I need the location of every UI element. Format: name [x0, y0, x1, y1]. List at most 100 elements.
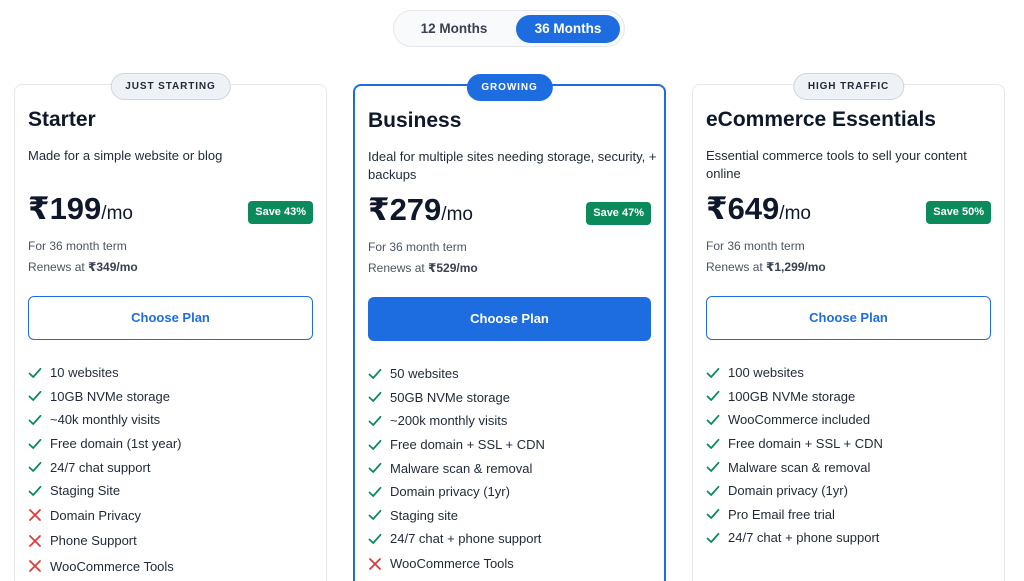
- feature-item: WooCommerce Tools: [368, 551, 651, 577]
- feature-text: Free domain (1st year): [50, 436, 182, 452]
- check-icon: [28, 389, 42, 403]
- feature-item: ~40k monthly visits: [28, 408, 313, 432]
- plan-name: eCommerce Essentials: [706, 108, 936, 131]
- check-icon: [28, 413, 42, 427]
- plan-card-ecommerce: HIGH TRAFFIC eCommerce Essentials Essent…: [692, 73, 1005, 581]
- cross-icon: [28, 559, 42, 573]
- feature-text: Free domain + SSL + CDN: [728, 436, 883, 452]
- feature-item: Staging site: [368, 504, 651, 528]
- feature-text: 10GB NVMe storage: [50, 388, 170, 404]
- feature-text: WooCommerce Tools: [50, 558, 174, 574]
- check-icon: [28, 437, 42, 451]
- feature-text: Staging Site: [50, 483, 121, 499]
- check-icon: [706, 366, 720, 380]
- plan-description: Made for a simple website or blog: [28, 148, 223, 163]
- feature-text: Pro Email free trial: [728, 506, 835, 522]
- feature-item: Malware scan & removal: [368, 456, 651, 480]
- cross-icon: [28, 534, 42, 548]
- plan-card-business: GROWING Business Ideal for multiple site…: [353, 74, 666, 581]
- check-icon: [368, 438, 382, 452]
- feature-item: 50GB NVMe storage: [368, 386, 651, 410]
- feature-item: 50 websites: [368, 362, 651, 386]
- renew-price: ₹529/mo: [428, 261, 478, 275]
- feature-item: 24/7 chat + phone support: [706, 526, 991, 550]
- renew-text: Renews at ₹1,299/mo: [706, 260, 826, 274]
- toggle-12-months[interactable]: 12 Months: [398, 15, 510, 43]
- choose-plan-button[interactable]: Choose Plan: [706, 296, 991, 340]
- feature-item: ~200k monthly visits: [368, 409, 651, 433]
- check-icon: [28, 366, 42, 380]
- feature-item: Domain privacy (1yr): [706, 479, 991, 503]
- feature-text: 100 websites: [728, 365, 804, 381]
- feature-text: 24/7 chat + phone support: [728, 530, 880, 546]
- renew-text: Renews at ₹349/mo: [28, 260, 138, 274]
- feature-list: 100 websites 100GB NVMe storage WooCommerc…: [706, 361, 991, 550]
- price-row: ₹199/mo Save 43%: [28, 191, 313, 231]
- check-icon: [706, 389, 720, 403]
- cross-icon: [28, 508, 42, 522]
- cross-icon: [368, 557, 382, 571]
- feature-text: 10 websites: [50, 365, 119, 381]
- feature-item: Free domain (1st year): [28, 432, 313, 456]
- feature-item: Staging Site: [28, 479, 313, 503]
- choose-plan-button[interactable]: Choose Plan: [28, 296, 313, 340]
- plan-card-starter: JUST STARTING Starter Made for a simple …: [14, 73, 327, 581]
- check-icon: [368, 414, 382, 428]
- plan-tag: GROWING: [466, 74, 553, 101]
- price-row: ₹649/mo Save 50%: [706, 191, 991, 231]
- feature-item: WooCommerce included: [706, 408, 991, 432]
- plan-name: Starter: [28, 108, 96, 131]
- feature-text: Phone Support: [50, 533, 137, 549]
- plan-tag: HIGH TRAFFIC: [792, 73, 905, 100]
- price-period: /mo: [441, 204, 473, 225]
- feature-text: Malware scan & removal: [728, 459, 871, 475]
- feature-text: WooCommerce included: [728, 412, 871, 428]
- renew-price: ₹349/mo: [88, 260, 138, 274]
- save-badge: Save 43%: [248, 201, 313, 224]
- feature-item: Domain Privacy: [28, 503, 313, 529]
- check-icon: [706, 531, 720, 545]
- plan-price: ₹279/mo: [368, 192, 473, 227]
- plan-description: Ideal for multiple sites needing storage…: [368, 149, 657, 182]
- plan-tag: JUST STARTING: [110, 73, 231, 100]
- choose-plan-button[interactable]: Choose Plan: [368, 297, 651, 341]
- feature-list: 10 websites 10GB NVMe storage ~40k monthly…: [28, 361, 313, 579]
- feature-list: 50 websites 50GB NVMe storage ~200k monthl…: [368, 362, 651, 576]
- toggle-36-months[interactable]: 36 Months: [516, 15, 620, 43]
- feature-text: Free domain + SSL + CDN: [390, 437, 545, 453]
- feature-text: ~200k monthly visits: [390, 413, 508, 429]
- check-icon: [28, 460, 42, 474]
- check-icon: [706, 460, 720, 474]
- term-text: For 36 month term: [368, 240, 467, 254]
- feature-item: 24/7 chat support: [28, 455, 313, 479]
- feature-item: 10GB NVMe storage: [28, 385, 313, 409]
- plan-name: Business: [368, 109, 462, 132]
- check-icon: [368, 461, 382, 475]
- check-icon: [368, 390, 382, 404]
- plan-description: Essential commerce tools to sell your co…: [706, 148, 967, 181]
- feature-text: 24/7 chat + phone support: [390, 531, 542, 547]
- check-icon: [368, 532, 382, 546]
- plan-price: ₹649/mo: [706, 191, 811, 226]
- feature-item: Pro Email free trial: [706, 503, 991, 527]
- feature-item: WooCommerce Tools: [28, 554, 313, 580]
- feature-text: 50 websites: [390, 366, 459, 382]
- check-icon: [706, 413, 720, 427]
- check-icon: [706, 507, 720, 521]
- renew-price: ₹1,299/mo: [766, 260, 826, 274]
- check-icon: [368, 508, 382, 522]
- feature-item: Domain privacy (1yr): [368, 480, 651, 504]
- feature-item: 24/7 chat + phone support: [368, 527, 651, 551]
- check-icon: [368, 485, 382, 499]
- check-icon: [706, 484, 720, 498]
- check-icon: [706, 437, 720, 451]
- feature-text: 50GB NVMe storage: [390, 389, 510, 405]
- check-icon: [28, 484, 42, 498]
- feature-item: Phone Support: [28, 528, 313, 554]
- feature-text: Domain privacy (1yr): [728, 483, 848, 499]
- billing-term-toggle: 12 Months 36 Months: [393, 10, 625, 47]
- term-text: For 36 month term: [28, 239, 127, 253]
- feature-text: Domain Privacy: [50, 507, 142, 523]
- feature-text: Staging site: [390, 507, 458, 523]
- save-badge: Save 47%: [586, 202, 651, 225]
